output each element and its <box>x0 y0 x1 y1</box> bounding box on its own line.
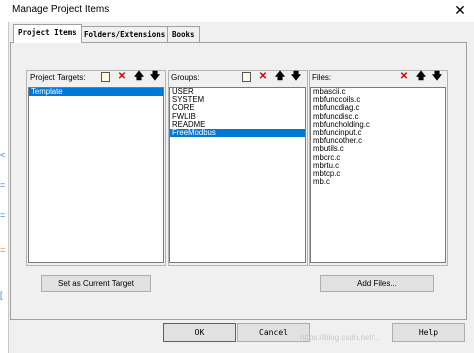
help-button[interactable]: Help <box>392 323 465 342</box>
list-item[interactable]: FreeModbus <box>170 128 305 138</box>
move-down-icon[interactable]: 🡇 <box>431 71 443 83</box>
close-icon[interactable]: ✕ <box>452 2 468 18</box>
groups-label: Groups: <box>171 73 200 82</box>
tab-books[interactable]: Books <box>167 26 200 42</box>
background-glyph: = <box>0 180 6 190</box>
project-targets-list[interactable]: Template <box>28 87 164 263</box>
ok-button[interactable]: OK <box>163 323 236 342</box>
list-item[interactable]: Template <box>29 88 163 97</box>
files-list[interactable]: mbascii.c mbfunccoils.c mbfuncdiag.c mbf… <box>310 87 446 263</box>
tab-project-items[interactable]: Project Items <box>13 24 82 43</box>
move-up-icon[interactable]: 🡅 <box>274 71 286 83</box>
dialog-title: Manage Project Items <box>12 4 110 15</box>
background-glyph: = <box>0 210 6 220</box>
project-targets-label: Project Targets: <box>30 73 86 82</box>
tab-folders-extensions[interactable]: Folders/Extensions <box>79 26 171 42</box>
move-up-icon[interactable]: 🡅 <box>415 71 427 83</box>
list-item[interactable]: mbtcp.c <box>311 169 445 178</box>
move-down-icon[interactable]: 🡇 <box>149 71 161 83</box>
new-item-icon[interactable] <box>242 72 251 82</box>
files-label: Files: <box>312 73 332 82</box>
watermark: https://blog.csdn.net/... <box>300 333 381 342</box>
background-glyph: < <box>0 150 6 160</box>
new-item-icon[interactable] <box>101 72 110 82</box>
groups-list[interactable]: USER SYSTEM CORE FWLIB README FreeModbus <box>169 87 306 263</box>
add-files-button[interactable]: Add Files... <box>320 275 434 292</box>
background-glyph: = <box>0 245 6 255</box>
background-glyph: [ <box>0 290 3 300</box>
move-down-icon[interactable]: 🡇 <box>290 71 302 83</box>
set-as-current-target-button[interactable]: Set as Current Target <box>41 275 151 292</box>
delete-icon[interactable]: ✕ <box>398 71 410 83</box>
delete-icon[interactable]: ✕ <box>116 71 128 83</box>
delete-icon[interactable]: ✕ <box>257 71 269 83</box>
move-up-icon[interactable]: 🡅 <box>133 71 145 83</box>
list-item[interactable]: mb.c <box>311 177 445 186</box>
